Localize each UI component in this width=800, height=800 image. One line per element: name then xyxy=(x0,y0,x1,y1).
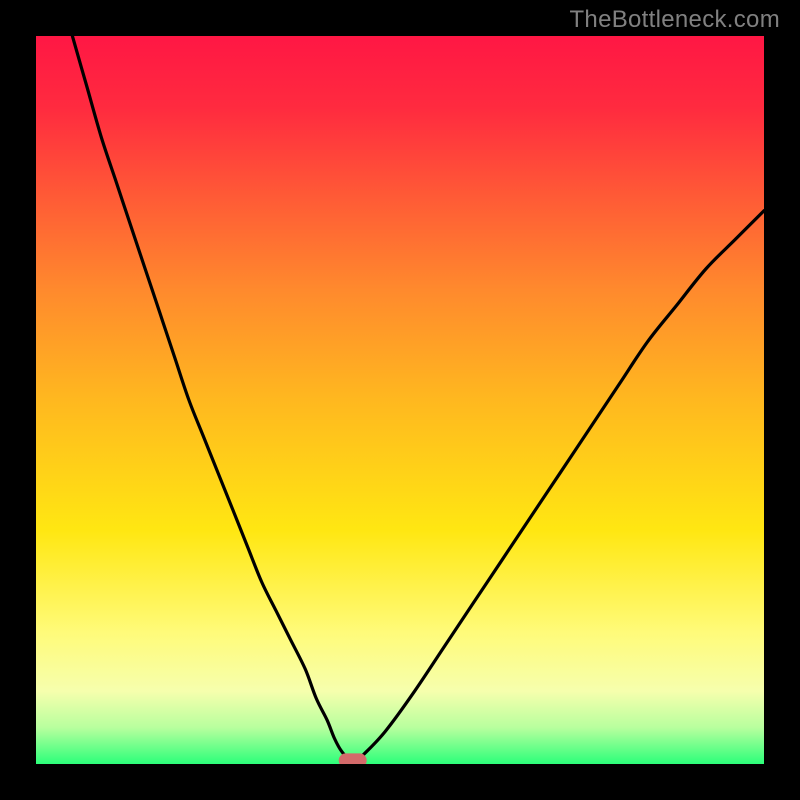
plot-area xyxy=(36,36,764,764)
chart-frame: TheBottleneck.com xyxy=(0,0,800,800)
optimum-marker xyxy=(339,753,367,764)
gradient-background xyxy=(36,36,764,764)
watermark-text: TheBottleneck.com xyxy=(569,6,780,34)
plot-svg xyxy=(36,36,764,764)
